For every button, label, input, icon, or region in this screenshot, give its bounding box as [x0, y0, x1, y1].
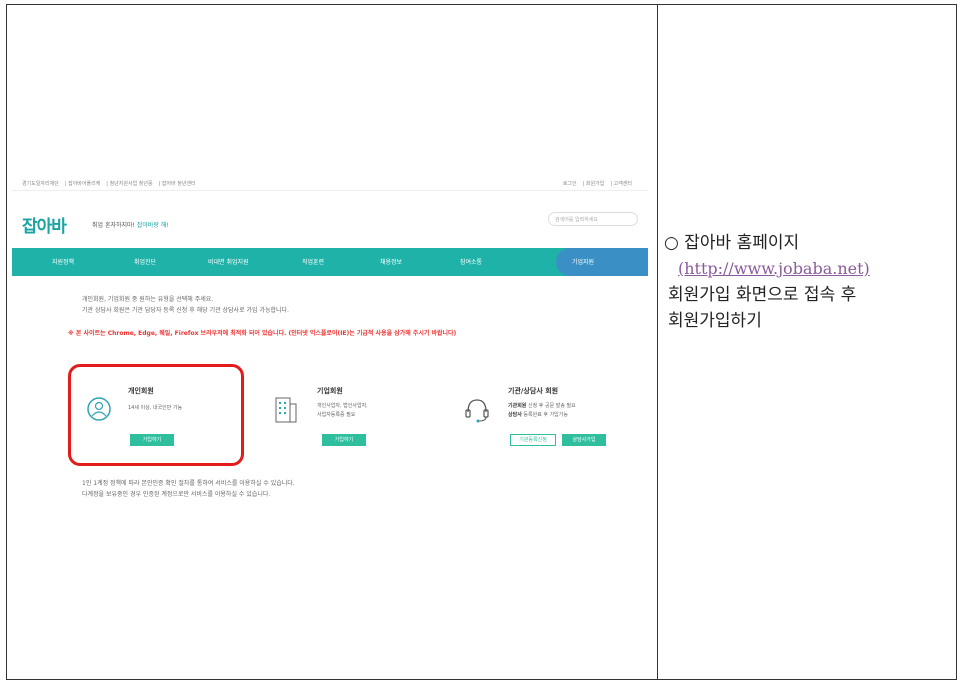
nav-item[interactable]: 채용정보 [380, 257, 402, 266]
note-line: 1인 1계정 정책에 따라 본인인증 확인 절차를 통하여 서비스를 이용하실 … [82, 480, 295, 487]
description-title: 잡아바 홈페이지 [684, 233, 800, 253]
tagline: 취업 혼자하지마! 잡아바랑 해! [92, 220, 169, 229]
support-link[interactable]: 고객센터 [614, 181, 632, 187]
utility-link[interactable]: 잡아바 청년센터 [162, 181, 196, 187]
search-input[interactable]: 검색어를 입력하세요 [548, 212, 638, 226]
bullet-icon: ○ [664, 233, 679, 253]
nav-item[interactable]: 참여소통 [460, 257, 482, 266]
nav-item[interactable]: 직업훈련 [302, 257, 324, 266]
agency-title: 기관/상담사 회원 [508, 387, 559, 395]
counselor-label: 상담사 [508, 412, 522, 418]
utility-link[interactable]: 경기도일자리재단 [22, 181, 59, 187]
agency-text: 기관회원 신청 후 공문 발송 필요 상담사 등록완료 후 가입가능 [508, 402, 576, 420]
agency-line-2: 상담사 등록완료 후 가입가능 [508, 411, 576, 420]
nav-item[interactable]: 지원정책 [52, 257, 74, 266]
company-text-line: 사업자등록증 필요 [317, 412, 356, 418]
intro-text: 개인회원, 기업회원 중 원하는 유형을 선택해 주세요. 기관 상담사 회원은… [82, 294, 289, 316]
company-title: 기업회원 [317, 387, 343, 395]
note-line: 다계정을 보유중인 경우 인증된 계정으로만 서비스를 이용하실 수 있습니다. [82, 491, 271, 498]
browser-warning: ※ 본 사이트는 Chrome, Edge, 웨일, Firefox 브라우저에… [68, 330, 457, 337]
login-link[interactable]: 로그인 [563, 181, 577, 187]
signup-link[interactable]: 회원가입 [586, 181, 604, 187]
utility-link[interactable]: 잡아바어플리케 [68, 181, 100, 187]
building-icon [275, 397, 297, 423]
counselor-detail: 등록완료 후 가입가능 [523, 412, 568, 418]
highlight-box [68, 364, 244, 466]
column-divider [657, 5, 658, 679]
counselor-join-button[interactable]: 상담사가입 [562, 434, 606, 446]
headset-icon [465, 399, 489, 423]
nav-active-bg [556, 248, 648, 276]
homepage-link[interactable]: (http://www.jobaba.net) [678, 256, 954, 282]
company-text-line: 개인사업자, 법인사업자, [317, 403, 368, 409]
main-nav: 지원정책 취업진단 비대면 취업지원 직업훈련 채용정보 참여소통 기업지원 [12, 248, 648, 276]
nav-item[interactable]: 취업진단 [134, 257, 156, 266]
tagline-prefix: 취업 혼자하지마! [92, 222, 135, 229]
description-line: 회원가입 화면으로 접속 후 [668, 285, 857, 305]
company-text: 개인사업자, 법인사업자, 사업자등록증 필요 [317, 402, 368, 420]
website-screenshot: 경기도일자리재단 | 잡아바어플리케 | 청년지원사업 청년몽 | 잡아바 청년센터 … [12, 172, 648, 510]
agency-line-1: 기관회원 신청 후 공문 발송 필요 [508, 402, 576, 411]
site-logo[interactable]: 잡아바 [22, 212, 67, 237]
nav-item[interactable]: 비대면 취업지원 [208, 257, 249, 266]
agency-label: 기관회원 [508, 403, 527, 409]
description-cell: ○ 잡아바 홈페이지 (http://www.jobaba.net) 회원가입 … [664, 230, 954, 334]
intro-line: 개인회원, 기업회원 중 원하는 유형을 선택해 주세요. [82, 296, 214, 303]
agency-register-button[interactable]: 기관등록신청 [510, 434, 556, 446]
utility-link[interactable]: 청년지원사업 청년몽 [110, 181, 153, 187]
description-title-line: ○ 잡아바 홈페이지 [664, 230, 954, 256]
company-join-button[interactable]: 가입하기 [322, 434, 366, 446]
description-line: 회원가입하기 [668, 311, 762, 331]
account-notes: 1인 1계정 정책에 따라 본인인증 확인 절차를 통하여 서비스를 이용하실 … [82, 478, 295, 500]
tagline-accent: 잡아바랑 해! [136, 222, 169, 229]
nav-item-active[interactable]: 기업지원 [572, 257, 594, 266]
agency-detail: 신청 후 공문 발송 필요 [528, 403, 576, 409]
intro-line: 기관 상담사 회원은 기관 담당자 등록 신청 후 해당 기관 상담사로 가입 … [82, 307, 289, 314]
utility-bar: 경기도일자리재단 | 잡아바어플리케 | 청년지원사업 청년몽 | 잡아바 청년센터 … [12, 176, 648, 191]
